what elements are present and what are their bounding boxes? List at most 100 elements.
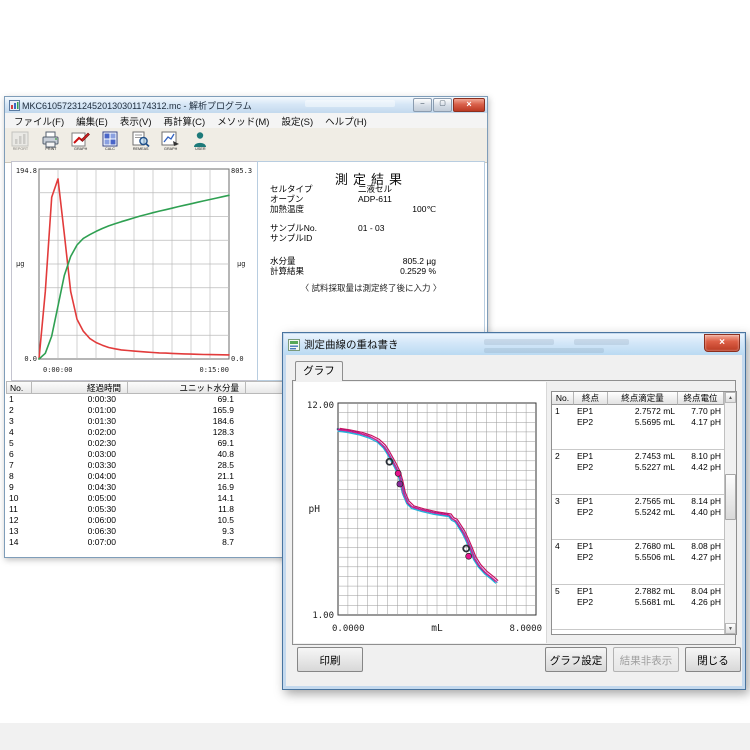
cell: 28.5 bbox=[128, 460, 246, 471]
scrollbar[interactable]: ▲ ▼ bbox=[724, 392, 736, 634]
close-button[interactable]: × bbox=[453, 98, 485, 112]
field-value: 0.2529 % bbox=[400, 266, 436, 276]
overlay-window-titlebar[interactable]: 測定曲線の重ね書き × bbox=[284, 334, 744, 355]
ep-header-row: No.終点終点滴定量終点電位 bbox=[552, 392, 724, 405]
moisture-chart-panel: 194.80.0805.30.0µgµg0:00:000:15:00 bbox=[11, 161, 259, 381]
field-label: 水分量 bbox=[270, 256, 296, 266]
ep-result-group[interactable]: 5EP1EP22.7882 mL5.5681 mL8.04 pH4.26 pH bbox=[552, 585, 724, 630]
hide-results-button: 結果非表示 bbox=[613, 647, 679, 672]
toolbar-user-button[interactable]: USER bbox=[187, 130, 214, 159]
toolbar-label: REPORT bbox=[13, 148, 28, 151]
ep-name: EP1EP2 bbox=[574, 586, 608, 607]
y-left-unit-label: µg bbox=[16, 260, 24, 268]
cell: 6 bbox=[6, 449, 32, 460]
graph2-icon bbox=[160, 130, 181, 148]
close-button[interactable]: × bbox=[704, 334, 740, 352]
analysis-window-titlebar[interactable]: MKC6105723124520130301174312.mc - 解析プログラ… bbox=[5, 97, 487, 114]
close-dialog-button[interactable]: 閉じる bbox=[685, 647, 741, 672]
aero-reflection bbox=[484, 348, 604, 353]
cell: 8 bbox=[6, 471, 32, 482]
result-field-1: オーブンADP-611 bbox=[270, 194, 472, 204]
ep-column-header-0[interactable]: No. bbox=[552, 392, 574, 405]
cell: 9.3 bbox=[128, 526, 246, 537]
cell: 0:01:30 bbox=[32, 416, 128, 427]
graph-tab-panel: 12.001.00pH0.0000mL8.0000 No.終点終点滴定量終点電位… bbox=[292, 380, 736, 645]
overlay-curves-window: 測定曲線の重ね書き × グラフ 12.001.00pH0.0000mL8.000… bbox=[282, 332, 746, 690]
maximize-button[interactable]: ▢ bbox=[433, 98, 452, 112]
toolbar-graph-button[interactable]: GRAPH bbox=[67, 130, 94, 159]
ep-volume: 2.7882 mL5.5681 mL bbox=[608, 586, 678, 607]
ep-column-header-3[interactable]: 終点電位 bbox=[678, 392, 724, 405]
cell: 0:02:00 bbox=[32, 427, 128, 438]
ep-potential-line: 4.40 pH bbox=[681, 507, 721, 518]
toolbar-print-button[interactable]: PRINT bbox=[37, 130, 64, 159]
column-header-0[interactable]: No. bbox=[6, 381, 32, 394]
ep-marker-2 bbox=[397, 481, 403, 487]
ep-volume: 2.7453 mL5.5227 mL bbox=[608, 451, 678, 472]
cell: 14 bbox=[6, 537, 32, 548]
toolbar-calc-button[interactable]: CALC bbox=[97, 130, 124, 159]
graph-settings-button[interactable]: グラフ設定 bbox=[545, 647, 607, 672]
ep-result-group[interactable]: 3EP1EP22.7565 mL5.5242 mL8.14 pH4.40 pH bbox=[552, 495, 724, 540]
result-field-5: 水分量805.2 µg bbox=[270, 256, 472, 266]
ep-result-group[interactable]: 1EP1EP22.7572 mL5.5695 mL7.70 pH4.17 pH bbox=[552, 405, 724, 450]
menu-item-3[interactable]: 再計算(C) bbox=[157, 114, 211, 128]
result-note: 〈 試料採取量は測定終了後に入力 〉 bbox=[258, 282, 484, 294]
ep-volume-line: 2.7565 mL bbox=[611, 496, 675, 507]
toolbar: REPORTPRINTGRAPHCALCREMEASGRAPHUSER bbox=[5, 128, 487, 163]
ep-volume-line: 5.5681 mL bbox=[611, 597, 675, 608]
calc-icon bbox=[100, 130, 121, 148]
y-left-min-label: 0.0 bbox=[24, 355, 37, 363]
graph-icon bbox=[70, 130, 91, 148]
ep-name-line: EP2 bbox=[577, 597, 605, 608]
cell: 0:00:30 bbox=[32, 394, 128, 405]
menu-item-4[interactable]: メソッド(M) bbox=[211, 114, 275, 128]
y-right-unit-label: µg bbox=[237, 260, 245, 268]
scroll-down-icon[interactable]: ▼ bbox=[725, 623, 736, 634]
cell: 40.8 bbox=[128, 449, 246, 460]
ep-potential-line: 8.14 pH bbox=[681, 496, 721, 507]
tab-graph[interactable]: グラフ bbox=[295, 361, 343, 381]
column-header-2[interactable]: ユニット水分量 bbox=[128, 381, 246, 394]
menu-item-0[interactable]: ファイル(F) bbox=[8, 114, 70, 128]
cell: 0:04:00 bbox=[32, 471, 128, 482]
ep-potential: 7.70 pH4.17 pH bbox=[678, 406, 724, 427]
ep-name-line: EP1 bbox=[577, 406, 605, 417]
cell: 0:03:00 bbox=[32, 449, 128, 460]
menu-item-5[interactable]: 設定(S) bbox=[275, 114, 319, 128]
scroll-thumb[interactable] bbox=[725, 474, 736, 520]
field-label: サンプルID bbox=[270, 233, 312, 243]
ep-name-line: EP2 bbox=[577, 552, 605, 563]
menu-item-1[interactable]: 編集(E) bbox=[70, 114, 114, 128]
print-button[interactable]: 印刷 bbox=[297, 647, 363, 672]
cell: 11.8 bbox=[128, 504, 246, 515]
ep-volume-line: 5.5506 mL bbox=[611, 552, 675, 563]
ep-column-header-1[interactable]: 終点 bbox=[574, 392, 608, 405]
titration-overlay-chart: 12.001.00pH0.0000mL8.0000 bbox=[294, 382, 546, 640]
ep-no: 1 bbox=[552, 406, 574, 427]
ep-volume: 2.7565 mL5.5242 mL bbox=[608, 496, 678, 517]
cell: 21.1 bbox=[128, 471, 246, 482]
toolbar-remeas-button[interactable]: REMEAS bbox=[127, 130, 154, 159]
ep-no: 4 bbox=[552, 541, 574, 562]
ep-result-group[interactable]: 2EP1EP22.7453 mL5.5227 mL8.10 pH4.42 pH bbox=[552, 450, 724, 495]
y-right-max-label: 805.3 bbox=[231, 167, 252, 175]
print-icon bbox=[40, 130, 61, 148]
menu-item-2[interactable]: 表示(V) bbox=[114, 114, 158, 128]
ep-result-group[interactable]: 4EP1EP22.7680 mL5.5506 mL8.08 pH4.27 pH bbox=[552, 540, 724, 585]
x-min-label: 0.0000 bbox=[332, 624, 365, 634]
cell: 8.7 bbox=[128, 537, 246, 548]
ep-volume-line: 2.7882 mL bbox=[611, 586, 675, 597]
ep-volume: 2.7572 mL5.5695 mL bbox=[608, 406, 678, 427]
aero-reflection bbox=[574, 339, 629, 345]
ep-column-header-2[interactable]: 終点滴定量 bbox=[608, 392, 678, 405]
scroll-up-icon[interactable]: ▲ bbox=[725, 392, 736, 403]
menu-item-6[interactable]: ヘルプ(H) bbox=[319, 114, 373, 128]
ep-volume: 2.7680 mL5.5506 mL bbox=[608, 541, 678, 562]
ep-potential-line: 4.27 pH bbox=[681, 552, 721, 563]
minimize-button[interactable]: – bbox=[413, 98, 432, 112]
column-header-1[interactable]: 経過時間 bbox=[32, 381, 128, 394]
ep-name-line: EP2 bbox=[577, 462, 605, 473]
field-value: 01 - 03 bbox=[358, 223, 384, 233]
toolbar-graph2-button[interactable]: GRAPH bbox=[157, 130, 184, 159]
